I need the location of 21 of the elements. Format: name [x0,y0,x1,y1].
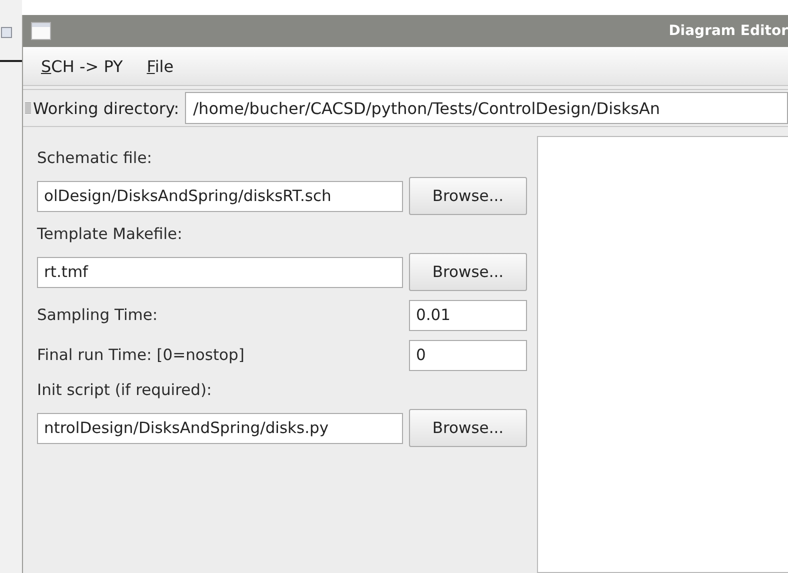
browse-button[interactable]: Browse... [409,409,527,447]
browse-button[interactable]: Browse... [409,177,527,215]
field-label: Schematic file: [37,148,153,169]
input-field[interactable]: /home/bucher/CACSD/python/Tests/ControlDesign/DisksAn [185,92,788,124]
window-icon [1,27,12,38]
input-field[interactable]: 0.01 [409,300,527,330]
field-label: Template Makefile: [37,224,184,245]
field-label: Final run Time: [0=nostop] [37,345,246,366]
browse-button[interactable]: Browse... [409,253,527,291]
field-label: Sampling Time: [37,305,159,326]
input-field[interactable]: rt.tmf [37,256,403,288]
input-field[interactable]: olDesign/DisksAndSpring/disksRT.sch [37,180,403,212]
input-field[interactable]: ntrolDesign/DisksAndSpring/disks.py [37,412,403,444]
menu-item[interactable]: File [146,56,174,76]
menu-item[interactable]: SCH -> PY [41,56,123,76]
field-label: Working directory: [33,98,180,118]
window-title: Diagram Editor [668,23,788,39]
window-menu-icon[interactable] [31,22,51,40]
toolbar-grip-icon[interactable] [25,102,31,114]
field-label: Init script (if required): [37,380,213,401]
input-field[interactable]: 0 [409,340,527,370]
